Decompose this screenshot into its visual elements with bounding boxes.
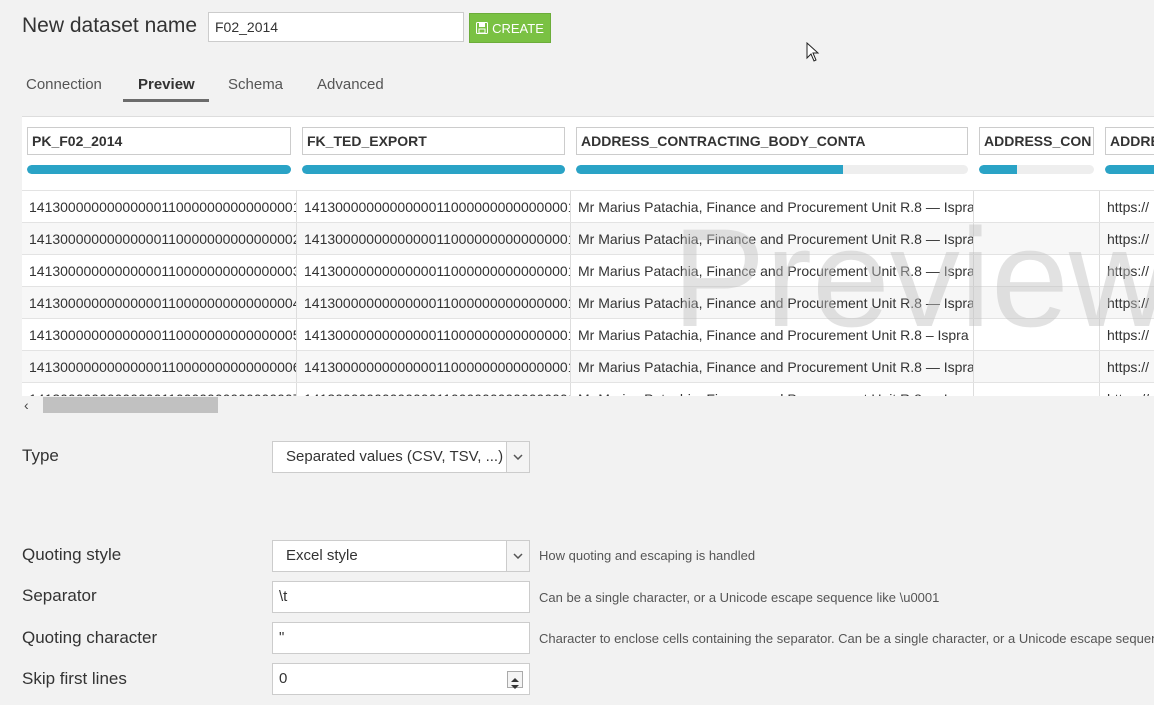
- skip-lines-label: Skip first lines: [22, 669, 127, 688]
- table-row[interactable]: 14130000000000000110000000000000003 14130…: [22, 254, 1154, 287]
- table-cell[interactable]: Mr Marius Patachia, Finance and Procurem…: [571, 383, 974, 396]
- quoting-style-value: Excel style: [286, 547, 358, 564]
- quality-fill: [1105, 165, 1154, 174]
- horizontal-scrollbar[interactable]: ‹: [22, 396, 1154, 414]
- table-cell[interactable]: [974, 351, 1100, 383]
- table-row[interactable]: 14130000000000000110000000000000001 14130…: [22, 190, 1154, 223]
- table-cell[interactable]: [974, 255, 1100, 287]
- column-quality-bar: [1105, 165, 1154, 174]
- tab-preview[interactable]: Preview: [138, 76, 195, 101]
- table-cell[interactable]: 14130000000000000110000000000000005: [22, 319, 297, 351]
- scrollbar-thumb[interactable]: [43, 397, 218, 413]
- table-cell[interactable]: [974, 223, 1100, 255]
- table-cell[interactable]: 14130000000000000110000000000000001: [297, 255, 571, 287]
- skip-lines-value: 0: [279, 670, 288, 687]
- column-quality-bar: [576, 165, 968, 174]
- table-cell[interactable]: 14130000000000000110000000000000006: [22, 351, 297, 383]
- table-cell[interactable]: 14130000000000000110000000000000001: [297, 223, 571, 255]
- tab-advanced[interactable]: Advanced: [317, 76, 384, 101]
- skip-lines-input[interactable]: 0: [272, 663, 530, 695]
- table-cell[interactable]: [974, 287, 1100, 319]
- quoting-style-label: Quoting style: [22, 545, 122, 564]
- column-header[interactable]: ADDRESS_CONTRACTING_BODY_CONTA: [571, 117, 975, 190]
- column-header[interactable]: ADDRE: [1100, 117, 1154, 190]
- table-cell[interactable]: Mr Marius Patachia, Finance and Procurem…: [571, 351, 974, 383]
- type-select[interactable]: Separated values (CSV, TSV, ...): [272, 441, 530, 473]
- quality-fill: [576, 165, 843, 174]
- table-cell[interactable]: [974, 191, 1100, 223]
- table-cell[interactable]: 14130000000000000110000000000000001: [22, 191, 297, 223]
- table-cell[interactable]: Mr Marius Patachia, Finance and Procurem…: [571, 255, 974, 287]
- column-quality-bar: [979, 165, 1094, 174]
- table-cell[interactable]: https://: [1100, 287, 1154, 319]
- separator-help: Can be a single character, or a Unicode …: [539, 590, 940, 605]
- table-cell[interactable]: 14130000000000000110000000000000001: [297, 191, 571, 223]
- table-row[interactable]: 1413000000000000011000000000000000714130…: [22, 382, 1154, 396]
- save-icon: [476, 22, 489, 34]
- quoting-style-select[interactable]: Excel style: [272, 540, 530, 572]
- table-cell[interactable]: 14130000000000000110000000000000001: [297, 319, 571, 351]
- separator-label: Separator: [22, 586, 97, 605]
- column-name[interactable]: ADDRE: [1105, 127, 1154, 155]
- table-cell[interactable]: [974, 383, 1100, 396]
- create-label: CREATE: [492, 20, 544, 36]
- table-cell[interactable]: 14130000000000000110000000000000004: [22, 287, 297, 319]
- tab-connection[interactable]: Connection: [26, 76, 102, 101]
- table-cell[interactable]: [974, 319, 1100, 351]
- column-quality-bar: [302, 165, 565, 174]
- column-header[interactable]: FK_TED_EXPORT: [297, 117, 572, 190]
- tab-bar: Connection Preview Schema Advanced: [0, 72, 1154, 102]
- table-cell[interactable]: 14130000000000000110000000000000001: [297, 351, 571, 383]
- column-name[interactable]: ADDRESS_CONTRACTING_BODY_CONTA: [576, 127, 968, 155]
- table-cell[interactable]: 14130000000000000110000000000000002: [22, 223, 297, 255]
- quoting-char-help: Character to enclose cells containing th…: [539, 631, 1154, 646]
- table-cell[interactable]: https://: [1100, 255, 1154, 287]
- column-header[interactable]: ADDRESS_CON: [974, 117, 1101, 190]
- quoting-style-help: How quoting and escaping is handled: [539, 548, 756, 563]
- table-cell[interactable]: https://: [1100, 223, 1154, 255]
- table-cell[interactable]: 14130000000000000110000000000000003: [22, 255, 297, 287]
- chevron-down-icon[interactable]: [506, 541, 529, 571]
- scroll-left-icon[interactable]: ‹: [24, 396, 29, 414]
- table-cell[interactable]: Mr Marius Patachia, Finance and Procurem…: [571, 287, 974, 319]
- table-row[interactable]: 14130000000000000110000000000000006 14130…: [22, 350, 1154, 383]
- table-cell[interactable]: Mr Marius Patachia, Finance and Procurem…: [571, 319, 974, 351]
- table-cell[interactable]: Mr Marius Patachia, Finance and Procurem…: [571, 191, 974, 223]
- type-select-value: Separated values (CSV, TSV, ...): [286, 448, 504, 465]
- create-button[interactable]: CREATE: [469, 13, 551, 43]
- table-cell[interactable]: https://: [1100, 383, 1154, 396]
- quoting-char-input[interactable]: ": [272, 622, 530, 654]
- dataset-name-label: New dataset name: [22, 14, 198, 37]
- table-cell[interactable]: https://: [1100, 351, 1154, 383]
- quality-fill: [27, 165, 291, 174]
- table-cell[interactable]: https://: [1100, 191, 1154, 223]
- table-cell[interactable]: https://: [1100, 319, 1154, 351]
- tab-schema[interactable]: Schema: [228, 76, 283, 101]
- quality-fill: [302, 165, 565, 174]
- table-row[interactable]: 14130000000000000110000000000000004 14130…: [22, 286, 1154, 319]
- chevron-down-icon[interactable]: [506, 442, 529, 472]
- column-quality-bar: [27, 165, 291, 174]
- stepper-icon[interactable]: [507, 671, 523, 689]
- separator-input[interactable]: \t: [272, 581, 530, 613]
- column-name[interactable]: PK_F02_2014: [27, 127, 291, 155]
- table-cell[interactable]: 14130000000000000110000000000000001: [297, 383, 571, 396]
- dataset-name-input[interactable]: F02_2014: [208, 12, 464, 42]
- column-name[interactable]: ADDRESS_CON: [979, 127, 1094, 155]
- table-cell[interactable]: 14130000000000000110000000000000007: [22, 383, 297, 396]
- preview-table: PK_F02_2014 FK_TED_EXPORT ADDRESS_CONTRA…: [22, 116, 1154, 396]
- table-row[interactable]: 14130000000000000110000000000000002 14130…: [22, 222, 1154, 255]
- active-tab-indicator: [123, 99, 209, 102]
- table-row[interactable]: 14130000000000000110000000000000005 14130…: [22, 318, 1154, 351]
- type-label: Type: [22, 446, 59, 465]
- table-cell[interactable]: 14130000000000000110000000000000001: [297, 287, 571, 319]
- quality-fill: [979, 165, 1017, 174]
- mouse-cursor-icon: [806, 41, 820, 67]
- column-header[interactable]: PK_F02_2014: [22, 117, 298, 190]
- quoting-char-label: Quoting character: [22, 628, 158, 647]
- column-name[interactable]: FK_TED_EXPORT: [302, 127, 565, 155]
- table-cell[interactable]: Mr Marius Patachia, Finance and Procurem…: [571, 223, 974, 255]
